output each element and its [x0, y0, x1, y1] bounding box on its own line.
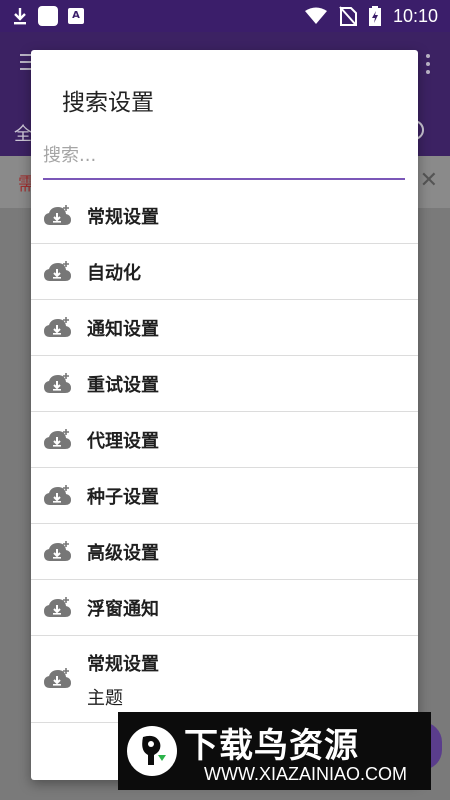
- watermark-title: 下载鸟资源: [184, 726, 359, 766]
- list-item[interactable]: 代理设置: [31, 412, 418, 468]
- tab-peek: 全: [14, 124, 32, 145]
- settings-list: 常规设置 自动化 通知设置 重试设置 代理设置 种子设置 高级设置 浮窗通知 常…: [31, 188, 418, 723]
- list-item-label: 高级设置: [87, 542, 159, 564]
- cloud-download-icon: [44, 372, 71, 393]
- cloud-download-icon: [44, 540, 71, 561]
- list-item-label: 通知设置: [87, 318, 159, 340]
- search-field: [43, 136, 405, 180]
- cloud-download-icon: [44, 204, 71, 225]
- cloud-download-icon: [44, 428, 71, 449]
- list-item[interactable]: 浮窗通知: [31, 580, 418, 636]
- list-item-label: 常规设置: [87, 206, 159, 228]
- list-item-label: 浮窗通知: [87, 598, 159, 620]
- list-item[interactable]: 常规设置 主题: [31, 636, 418, 723]
- cloud-download-icon: [44, 260, 71, 281]
- cloud-download-icon: [44, 668, 71, 688]
- square-app-icon: [38, 6, 58, 26]
- bird-logo-icon: [127, 726, 177, 776]
- close-icon: ✕: [419, 168, 438, 193]
- list-item[interactable]: 重试设置: [31, 356, 418, 412]
- watermark-url: WWW.XIAZAINIAO.COM: [204, 764, 407, 784]
- list-item-label: 常规设置: [87, 654, 159, 675]
- no-sim-icon: [339, 6, 357, 26]
- dialog-title: 搜索设置: [62, 90, 154, 116]
- cloud-download-icon: [44, 596, 71, 617]
- cloud-download-icon: [44, 316, 71, 337]
- cloud-download-icon: [44, 484, 71, 505]
- wifi-icon: [304, 7, 327, 24]
- list-item-label: 自动化: [87, 262, 141, 284]
- list-item[interactable]: 种子设置: [31, 468, 418, 524]
- font-app-icon: A: [68, 8, 84, 24]
- list-item[interactable]: 通知设置: [31, 300, 418, 356]
- battery-charging-icon: [368, 6, 381, 26]
- download-icon: [14, 8, 26, 25]
- list-item-sublabel: 主题: [87, 688, 123, 709]
- list-item-label: 代理设置: [87, 430, 159, 452]
- search-settings-dialog: 搜索设置 常规设置 自动化: [31, 50, 418, 780]
- list-item-label: 种子设置: [87, 486, 159, 508]
- status-time: 10:10: [392, 5, 438, 26]
- watermark-banner: 下载鸟资源 WWW.XIAZAINIAO.COM: [118, 712, 431, 790]
- list-item[interactable]: 自动化: [31, 244, 418, 300]
- overflow-menu-icon: [426, 54, 430, 78]
- list-item[interactable]: 常规设置: [31, 188, 418, 244]
- list-item-label: 重试设置: [87, 374, 159, 396]
- list-item[interactable]: 高级设置: [31, 524, 418, 580]
- status-bar: A 10:10: [0, 0, 450, 32]
- search-input[interactable]: [43, 136, 405, 174]
